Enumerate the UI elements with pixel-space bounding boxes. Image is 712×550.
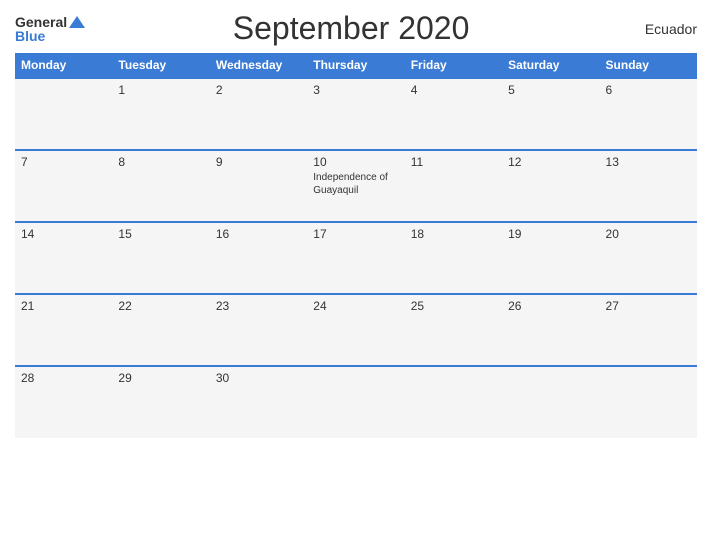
day-number: 15	[118, 227, 203, 241]
calendar-week-row: 123456	[15, 78, 697, 150]
calendar-cell	[307, 366, 404, 438]
calendar-cell: 16	[210, 222, 307, 294]
event-label: Independence of Guayaquil	[313, 171, 398, 197]
logo: General Blue	[15, 15, 85, 43]
calendar-cell: 29	[112, 366, 209, 438]
day-number: 14	[21, 227, 106, 241]
day-number: 20	[606, 227, 691, 241]
calendar-week-row: 21 22 23 24 25 26 27	[15, 294, 697, 366]
header-wednesday: Wednesday	[210, 53, 307, 78]
calendar-cell: 14	[15, 222, 112, 294]
calendar-cell: 28	[15, 366, 112, 438]
calendar-cell: 27	[600, 294, 697, 366]
calendar-cell: 15	[112, 222, 209, 294]
calendar-table: Monday Tuesday Wednesday Thursday Friday…	[15, 53, 697, 438]
day-number: 3	[313, 83, 398, 97]
header-tuesday: Tuesday	[112, 53, 209, 78]
calendar-cell	[15, 78, 112, 150]
calendar-cell: 2	[210, 78, 307, 150]
calendar-cell: 12	[502, 150, 599, 222]
calendar-cell: 19	[502, 222, 599, 294]
calendar-cell: 21	[15, 294, 112, 366]
day-number: 29	[118, 371, 203, 385]
header-saturday: Saturday	[502, 53, 599, 78]
calendar-week-row: 789 10 Independence of Guayaquil 11 12 13	[15, 150, 697, 222]
day-number: 23	[216, 299, 301, 313]
calendar-cell: 20	[600, 222, 697, 294]
header-monday: Monday	[15, 53, 112, 78]
calendar-cell: 7	[15, 150, 112, 222]
day-number: 25	[411, 299, 496, 313]
day-number: 13	[606, 155, 691, 169]
day-number: 27	[606, 299, 691, 313]
day-number: 5	[508, 83, 593, 97]
calendar-cell: 30	[210, 366, 307, 438]
day-number: 1	[118, 83, 203, 97]
calendar-cell: 11	[405, 150, 502, 222]
day-number: 8	[118, 155, 203, 169]
day-number: 16	[216, 227, 301, 241]
logo-triangle-icon	[69, 16, 85, 28]
header-sunday: Sunday	[600, 53, 697, 78]
day-number: 21	[21, 299, 106, 313]
calendar-container: General Blue September 2020 Ecuador Mond…	[0, 0, 712, 550]
day-number: 22	[118, 299, 203, 313]
day-number: 10	[313, 155, 398, 169]
calendar-week-row: 28 29 30	[15, 366, 697, 438]
day-number: 19	[508, 227, 593, 241]
day-number: 30	[216, 371, 301, 385]
calendar-cell	[600, 366, 697, 438]
calendar-cell: 9	[210, 150, 307, 222]
day-number: 6	[606, 83, 691, 97]
day-number: 26	[508, 299, 593, 313]
day-number: 7	[21, 155, 106, 169]
calendar-cell: 24	[307, 294, 404, 366]
calendar-header: General Blue September 2020 Ecuador	[15, 10, 697, 47]
month-title: September 2020	[85, 10, 617, 47]
day-number: 9	[216, 155, 301, 169]
calendar-cell	[405, 366, 502, 438]
calendar-cell: 13	[600, 150, 697, 222]
calendar-cell: 10 Independence of Guayaquil	[307, 150, 404, 222]
calendar-cell: 18	[405, 222, 502, 294]
country-label: Ecuador	[617, 21, 697, 37]
calendar-cell: 1	[112, 78, 209, 150]
calendar-cell: 4	[405, 78, 502, 150]
logo-general-text: General	[15, 15, 67, 29]
day-number: 2	[216, 83, 301, 97]
day-number: 12	[508, 155, 593, 169]
header-friday: Friday	[405, 53, 502, 78]
day-number: 24	[313, 299, 398, 313]
calendar-cell: 6	[600, 78, 697, 150]
calendar-cell: 25	[405, 294, 502, 366]
logo-blue-text: Blue	[15, 29, 45, 43]
calendar-cell: 5	[502, 78, 599, 150]
day-number: 11	[411, 155, 496, 169]
day-number: 17	[313, 227, 398, 241]
calendar-week-row: 14 15 16 17 18 19 20	[15, 222, 697, 294]
calendar-cell: 23	[210, 294, 307, 366]
day-number: 4	[411, 83, 496, 97]
calendar-cell: 3	[307, 78, 404, 150]
header-thursday: Thursday	[307, 53, 404, 78]
calendar-cell: 8	[112, 150, 209, 222]
calendar-cell	[502, 366, 599, 438]
calendar-cell: 26	[502, 294, 599, 366]
day-number: 18	[411, 227, 496, 241]
calendar-cell: 22	[112, 294, 209, 366]
weekday-header-row: Monday Tuesday Wednesday Thursday Friday…	[15, 53, 697, 78]
day-number: 28	[21, 371, 106, 385]
calendar-cell: 17	[307, 222, 404, 294]
